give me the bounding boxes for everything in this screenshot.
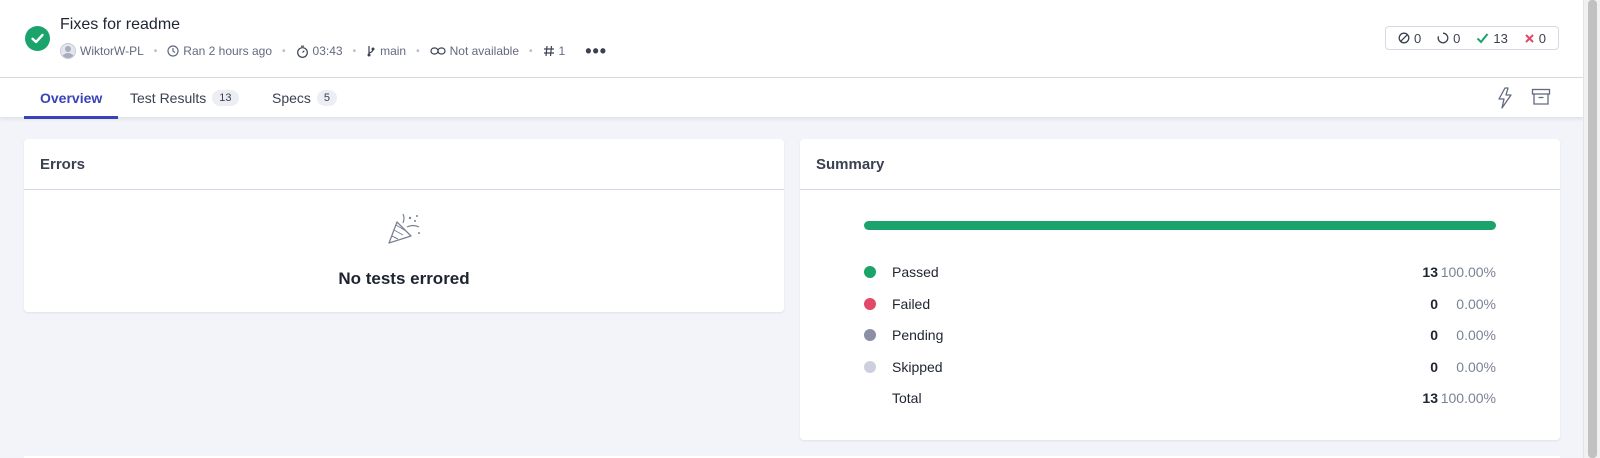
page-scrollbar[interactable] <box>1583 0 1600 458</box>
result-counts: 0 0 13 0 <box>1385 26 1559 50</box>
results-progress-bar <box>864 221 1496 230</box>
run-title: Fixes for readme <box>60 16 181 33</box>
errors-title: Errors <box>40 156 86 173</box>
status-dot <box>864 329 876 341</box>
duration: 03:43 <box>296 44 343 58</box>
separator-dot: • <box>416 45 420 57</box>
tab-bar: Overview Test Results 13 Specs 5 <box>0 78 1583 119</box>
flaky-icon[interactable] <box>1496 87 1514 109</box>
tab-overview[interactable]: Overview <box>23 78 119 119</box>
divider <box>800 189 1560 190</box>
separator-dot: • <box>352 45 357 57</box>
tab-badge: 5 <box>316 90 338 106</box>
passed-count: 13 <box>1476 31 1508 46</box>
status-dot <box>864 266 876 278</box>
skipped-icon <box>1398 32 1410 44</box>
status-dot <box>864 298 876 310</box>
run-number-text: 1 <box>558 44 566 58</box>
errors-card: Errors No tests errored <box>24 139 784 312</box>
stopwatch-icon <box>296 45 308 58</box>
party-popper-icon <box>388 213 420 244</box>
empty-state-message: No tests errored <box>338 269 470 288</box>
pending-icon <box>1437 32 1449 44</box>
run-header: Fixes for readme WiktorW-PL • Ran 2 hour… <box>0 0 1583 78</box>
summary-row-total: Total 13 100.00% <box>892 390 1496 406</box>
run-meta: WiktorW-PL • Ran 2 hours ago • 03:43 • m… <box>60 42 607 60</box>
git-branch-icon <box>367 46 375 57</box>
separator-dot: • <box>153 45 158 57</box>
separator-dot: • <box>529 45 533 57</box>
run-number: 1 <box>543 44 566 58</box>
commit-link: Not available <box>430 44 519 58</box>
author[interactable]: WiktorW-PL <box>60 43 144 59</box>
summary-row-passed: Passed 13 100.00% <box>864 262 1496 282</box>
tab-specs[interactable]: Specs 5 <box>272 78 338 118</box>
avatar-icon <box>60 43 76 59</box>
summary-card: Summary Passed 13 100.00% Failed 0 0.00%… <box>800 139 1560 440</box>
more-options-icon[interactable]: ••• <box>585 42 607 60</box>
tab-badge: 13 <box>212 90 239 106</box>
link-icon <box>430 47 446 55</box>
status-dot <box>864 361 876 373</box>
commit-link-text: Not available <box>449 44 519 58</box>
summary-row-skipped: Skipped 0 0.00% <box>864 357 1496 377</box>
x-icon <box>1525 33 1534 43</box>
tab-test-results[interactable]: Test Results 13 <box>130 78 239 118</box>
failed-count: 0 <box>1524 31 1546 46</box>
passed-status-icon <box>25 26 50 51</box>
branch-name: main <box>380 44 407 58</box>
hash-icon <box>543 45 554 57</box>
summary-row-pending: Pending 0 0.00% <box>864 325 1496 345</box>
branch[interactable]: main <box>366 44 406 58</box>
skipped-count: 0 <box>1398 31 1421 46</box>
clock-icon <box>167 45 179 57</box>
archive-icon[interactable] <box>1531 88 1551 106</box>
divider <box>24 189 784 190</box>
ran-time-text: Ran 2 hours ago <box>183 44 273 58</box>
separator-dot: • <box>282 45 286 57</box>
author-name: WiktorW-PL <box>80 44 144 58</box>
checkmark-icon <box>1477 33 1489 44</box>
pending-count: 0 <box>1437 31 1460 46</box>
ran-time: Ran 2 hours ago <box>167 44 272 58</box>
summary-row-failed: Failed 0 0.00% <box>864 294 1496 314</box>
duration-text: 03:43 <box>312 44 343 58</box>
scrollbar-thumb[interactable] <box>1588 0 1597 458</box>
summary-title: Summary <box>816 156 885 173</box>
